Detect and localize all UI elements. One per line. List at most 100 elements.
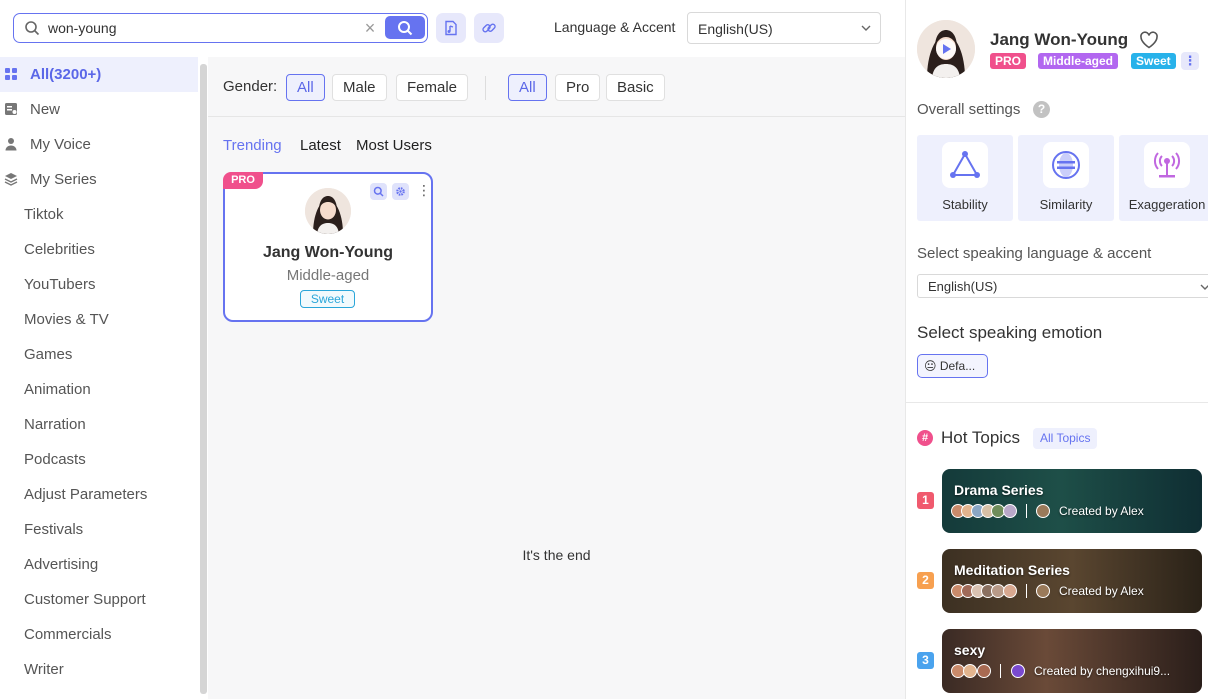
language-value: English(US) [698,21,773,37]
filter-bar: Gender: All Male Female All Pro Basic [208,57,905,117]
gender-all-chip[interactable]: All [286,74,325,101]
panel-voice-name: Jang Won-Young [990,30,1129,49]
language-select[interactable]: English(US) [687,12,881,44]
layers-icon [4,173,18,186]
main-content: Gender: All Male Female All Pro Basic Tr… [208,57,905,699]
sidebar-item-writer[interactable]: Writer [0,652,198,687]
creator-avatar [1036,584,1050,598]
help-icon[interactable]: ? [1033,101,1050,118]
speaking-language-label: Select speaking language & accent [917,245,1152,262]
creator-avatar [1036,504,1050,518]
language-label: Language & Accent [554,19,676,35]
sidebar-item-my-voice[interactable]: My Voice [0,127,198,162]
topic-creator: Created by Alex [1059,584,1144,598]
chevron-down-icon [1200,284,1208,290]
pro-badge: PRO [990,53,1027,69]
audio-file-button[interactable] [436,13,466,43]
rank-badge: 1 [917,492,934,509]
voice-detail-panel: Jang Won-Young PRO Middle-aged Sweet ⋮ O… [905,0,1208,699]
topic-card-sexy[interactable]: sexy Created by chengxihui9... [942,629,1202,693]
sidebar-item-label: Animation [24,381,91,398]
divider [906,402,1208,403]
card-settings-button[interactable] [392,183,409,200]
sidebar-item-games[interactable]: Games [0,337,198,372]
sidebar-item-podcasts[interactable]: Podcasts [0,442,198,477]
sidebar-item-label: My Voice [30,136,91,153]
sidebar-item-new[interactable]: New [0,92,198,127]
grid-icon [5,68,17,80]
clear-icon[interactable]: × [361,19,379,37]
gender-female-chip[interactable]: Female [396,74,469,101]
setting-label: Exaggeration [1128,197,1206,212]
sidebar-item-adjust-parameters[interactable]: Adjust Parameters [0,477,198,512]
topic-card-meditation-series[interactable]: Meditation Series Created by Alex [942,549,1202,613]
sidebar-item-label: Celebrities [24,241,95,258]
speaking-language-value: English(US) [928,279,998,294]
sidebar-item-customer-support[interactable]: Customer Support [0,582,198,617]
separator [1026,504,1027,518]
card-search-button[interactable] [370,183,387,200]
setting-label: Stability [942,197,988,212]
speaking-language-select[interactable]: English(US) [917,274,1208,298]
play-icon[interactable] [936,39,956,59]
sidebar-item-label: Commercials [24,626,112,643]
sidebar-item-tiktok[interactable]: Tiktok [0,197,198,232]
tab-trending[interactable]: Trending [223,137,282,154]
search-icon [373,186,384,197]
voice-age: Middle-aged [286,267,370,284]
tier-basic-chip[interactable]: Basic [606,74,665,101]
tier-pro-chip[interactable]: Pro [555,74,601,101]
filter-divider [485,76,486,100]
top-bar: × Language & Accent English(US) [0,0,905,57]
similarity-icon [1043,142,1089,188]
search-box[interactable]: × [13,13,428,43]
search-icon [25,21,40,36]
sidebar-item-all[interactable]: All(3200+) [0,57,198,92]
sidebar-item-commercials[interactable]: Commercials [0,617,198,652]
style-badge: Sweet [1131,53,1176,69]
tab-latest[interactable]: Latest [300,137,341,154]
link-icon [482,23,496,33]
exaggeration-setting[interactable]: Exaggeration [1119,135,1208,221]
sidebar-item-animation[interactable]: Animation [0,372,198,407]
link-button[interactable] [474,13,504,43]
sidebar-scrollbar[interactable] [200,64,207,694]
gear-icon [396,187,405,196]
sidebar-item-advertising[interactable]: Advertising [0,547,198,582]
sidebar: All(3200+) New My Voice My Series Tiktok… [0,57,198,699]
search-icon [398,21,413,36]
gender-male-chip[interactable]: Male [332,74,387,101]
more-vertical-icon[interactable]: ⋮ [417,183,431,197]
more-vertical-icon[interactable]: ⋮ [1181,52,1199,70]
rank-badge: 3 [917,652,934,669]
heart-icon[interactable] [1139,31,1159,49]
similarity-setting[interactable]: Similarity [1018,135,1114,221]
all-topics-link[interactable]: All Topics [1033,428,1098,449]
sidebar-item-label: All(3200+) [30,66,102,83]
search-input[interactable] [48,18,358,38]
avatar [1003,504,1017,518]
sidebar-item-label: Advertising [24,556,99,573]
emotion-chip[interactable]: 😐 Defa... [917,354,988,378]
sidebar-item-label: My Series [30,171,97,188]
new-icon [5,103,17,115]
topic-card-drama-series[interactable]: Drama Series Created by Alex [942,469,1202,533]
tab-most-users[interactable]: Most Users [356,137,432,154]
sidebar-item-my-series[interactable]: My Series [0,162,198,197]
panel-avatar[interactable] [917,20,975,78]
sidebar-item-celebrities[interactable]: Celebrities [0,232,198,267]
sidebar-item-festivals[interactable]: Festivals [0,512,198,547]
voice-card[interactable]: PRO ⋮ Jang Won-Young Middle-aged Sweet [223,172,433,322]
separator [1026,584,1027,598]
tier-all-chip[interactable]: All [508,74,547,101]
sidebar-item-narration[interactable]: Narration [0,407,198,442]
stability-setting[interactable]: Stability [917,135,1013,221]
sidebar-item-label: YouTubers [24,276,96,293]
topic-creator: Created by Alex [1059,504,1144,518]
sidebar-item-youtubers[interactable]: YouTubers [0,267,198,302]
search-button[interactable] [385,16,425,39]
sidebar-item-label: Narration [24,416,86,433]
voice-tag: Sweet [300,290,355,308]
broadcast-icon [1144,142,1190,188]
sidebar-item-movies-tv[interactable]: Movies & TV [0,302,198,337]
